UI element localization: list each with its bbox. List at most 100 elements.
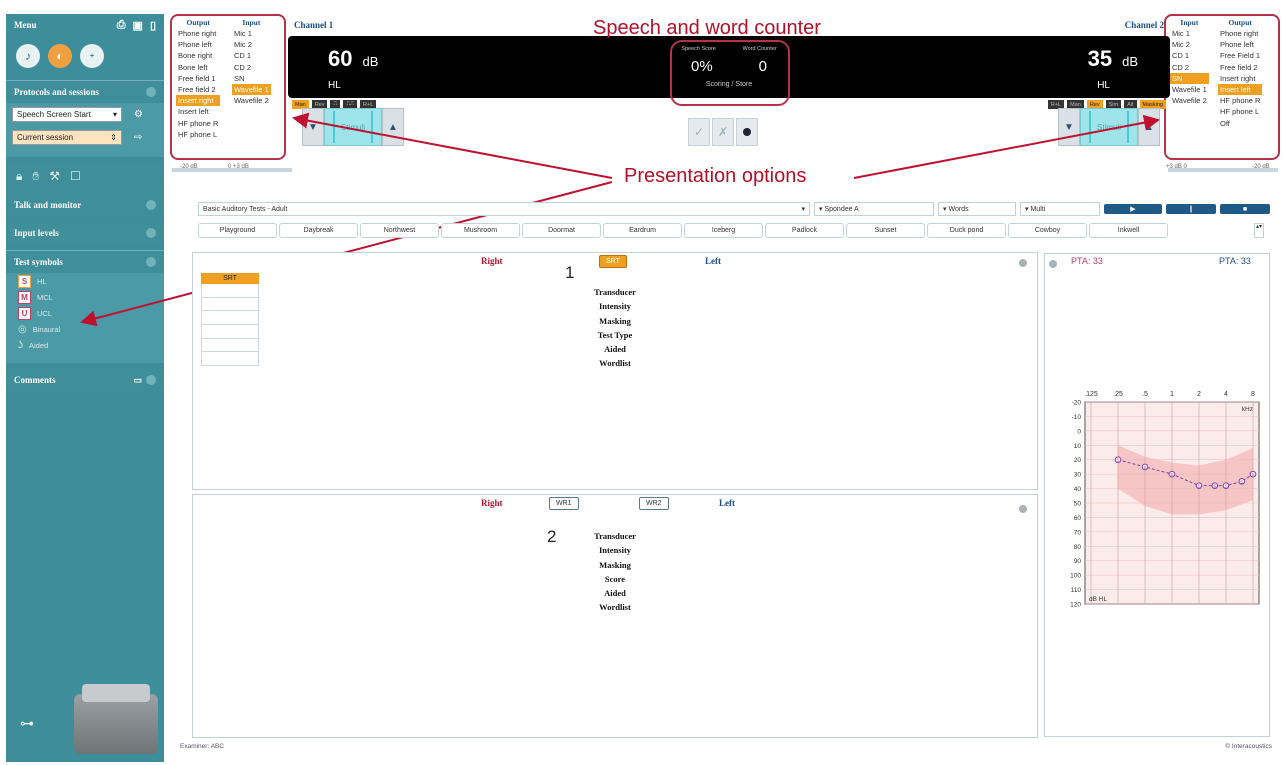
channel1-input-option[interactable]: Mic 1 <box>232 28 271 39</box>
symbol-binaural[interactable]: ◎ Binaural <box>6 321 164 337</box>
channel1-output-option[interactable]: Bone right <box>176 50 220 61</box>
channel1-output-option[interactable]: Phone right <box>176 28 220 39</box>
channel1-input-option[interactable]: Wavefile 1 <box>232 83 271 96</box>
word-button[interactable]: Daybreak <box>279 223 358 238</box>
channel1-up-button[interactable]: ▲ <box>382 108 404 146</box>
word-button[interactable]: Inkwell <box>1089 223 1168 238</box>
comment-icon[interactable]: ▭ <box>133 375 142 386</box>
channel1-down-button[interactable]: ▼ <box>302 108 324 146</box>
word-button[interactable]: Mushroom <box>441 223 520 238</box>
channel2-output-option[interactable]: Insert right <box>1218 73 1262 84</box>
incorrect-button[interactable]: ✗ <box>712 118 734 146</box>
word-button[interactable]: Playground <box>198 223 277 238</box>
settings-icon[interactable] <box>1019 505 1027 513</box>
srt-tag[interactable]: SRT <box>599 255 627 268</box>
channel1-input-option[interactable]: CD 1 <box>232 50 271 61</box>
mode-select[interactable]: ▾ Multi <box>1020 202 1100 216</box>
word-button[interactable]: Padlock <box>765 223 844 238</box>
channel1-input-option[interactable]: Wavefile 2 <box>232 95 271 106</box>
music-icon[interactable]: ♪ <box>16 44 40 68</box>
print-icon[interactable]: ⎙ <box>117 19 126 32</box>
channel2-output-option[interactable]: Free Field 1 <box>1218 50 1262 61</box>
channel2-input-option[interactable]: Wavefile 1 <box>1170 84 1209 95</box>
channel2-input-option[interactable]: Mic 2 <box>1170 39 1209 50</box>
correct-button[interactable]: ✓ <box>688 118 710 146</box>
word-button[interactable]: Eardrum <box>603 223 682 238</box>
exit-icon[interactable]: ▯ <box>150 19 156 32</box>
word-button[interactable]: Cowboy <box>1008 223 1087 238</box>
scroll-words-button[interactable]: ▴▾ <box>1254 223 1264 238</box>
wr1-tag[interactable]: WR1 <box>549 497 579 510</box>
menu-button[interactable]: Menu <box>14 20 37 30</box>
symbol-mcl[interactable]: M MCL <box>6 289 164 305</box>
channel2-output-option[interactable]: Phone left <box>1218 39 1262 50</box>
collapse-icon[interactable] <box>146 87 156 97</box>
symbol-ucl[interactable]: U UCL <box>6 305 164 321</box>
session-select[interactable]: Current session ⇕ <box>12 130 122 145</box>
input-levels-title[interactable]: Input levels <box>14 228 59 238</box>
record-button[interactable] <box>736 118 758 146</box>
channel2-output-option[interactable]: HF phone R <box>1218 95 1262 106</box>
channel1-output-option[interactable]: HF phone L <box>176 129 220 140</box>
channel2-input-option[interactable]: Wavefile 2 <box>1170 95 1209 106</box>
add-20db-button[interactable]: + <box>80 44 104 68</box>
session-icon[interactable]: ⇨ <box>134 132 142 143</box>
type-select[interactable]: ▾ Words <box>938 202 1016 216</box>
protocol-settings-icon[interactable]: ⚙ <box>134 109 143 120</box>
channel2-output-option[interactable]: Off <box>1218 118 1262 129</box>
channel1-output-option[interactable]: Free field 1 <box>176 73 220 84</box>
word-button[interactable]: Northwest <box>360 223 439 238</box>
word-button[interactable]: Sunset <box>846 223 925 238</box>
audiometer-slider-icon[interactable]: ⊶ <box>20 715 34 732</box>
channel1-stimuli-button[interactable]: Stimuli <box>324 108 382 146</box>
channel2-output-option[interactable]: HF phone L <box>1218 106 1262 117</box>
word-button[interactable]: Doormat <box>522 223 601 238</box>
channel2-input-option[interactable]: CD 2 <box>1170 62 1209 73</box>
word-button[interactable]: Iceberg <box>684 223 763 238</box>
symbol-aided[interactable]: ʖ Aided <box>6 337 164 353</box>
play-button[interactable]: ▶ <box>1104 204 1162 214</box>
collapse-icon[interactable] <box>146 257 156 267</box>
tools-icon[interactable]: ⚒ <box>49 169 60 184</box>
wordlist-select[interactable]: ▾ Spondee A <box>814 202 934 216</box>
clipboard-icon[interactable]: ☐ <box>70 169 81 184</box>
channel2-input-option[interactable]: CD 1 <box>1170 50 1209 61</box>
channel2-output-option[interactable]: Insert left <box>1218 83 1263 96</box>
channel1-output-option[interactable]: Insert right <box>176 95 221 107</box>
hand-icon[interactable]: ✋︎ <box>32 169 39 184</box>
stop-button[interactable]: ■ <box>1220 204 1270 214</box>
expand-icon[interactable] <box>146 200 156 210</box>
word-button[interactable]: Duck pond <box>927 223 1006 238</box>
channel2-output-option[interactable]: Phone right <box>1218 28 1262 39</box>
channel2-input-option[interactable]: Mic 1 <box>1170 28 1209 39</box>
channel2-stimuli-button[interactable]: Stimuli <box>1080 108 1138 146</box>
channel2-input-option[interactable]: SN <box>1170 72 1209 84</box>
channel1-input-option[interactable]: SN <box>232 73 271 84</box>
point-glyph: S <box>1224 484 1227 489</box>
protocol-select[interactable]: Speech Screen Start ▾ <box>12 107 122 122</box>
channel2-down-button[interactable]: ▼ <box>1058 108 1080 146</box>
channel1-output-option[interactable]: Phone left <box>176 39 220 50</box>
lock-icon[interactable]: 🔒︎ <box>16 169 22 184</box>
collapse-icon[interactable] <box>146 374 156 385</box>
channel1-output-option[interactable]: HF phone R <box>176 118 220 129</box>
test-list-select[interactable]: Basic Auditory Tests - Adult ▾ <box>198 202 810 216</box>
symbol-hl[interactable]: S HL <box>6 273 164 289</box>
save-icon[interactable]: ▣ <box>133 19 143 32</box>
talk-monitor-title[interactable]: Talk and monitor <box>14 200 81 210</box>
settings-icon[interactable] <box>1019 259 1027 267</box>
wr2-tag[interactable]: WR2 <box>639 497 669 510</box>
channel1-output-option[interactable]: Insert left <box>176 106 220 117</box>
expand-icon[interactable] <box>146 228 156 238</box>
channel2-input-list: Input Mic 1 Mic 2 CD 1 CD 2 SN Wavefile 1 Wave… <box>1170 18 1209 106</box>
pause-button[interactable]: ∥ <box>1166 204 1216 214</box>
channel2-up-button[interactable]: ▲ <box>1138 108 1160 146</box>
protocols-section: Protocols and sessions Speech Screen Sta… <box>6 80 164 157</box>
channel1-output-option[interactable]: Bone left <box>176 62 220 73</box>
speech-test-icon[interactable]: ◐ <box>48 44 72 68</box>
channel1-input-option[interactable]: Mic 2 <box>232 39 271 50</box>
channel1-input-option[interactable]: CD 2 <box>232 62 271 73</box>
channel2-output-option[interactable]: Free field 2 <box>1218 62 1262 73</box>
channel1-output-option[interactable]: Free field 2 <box>176 84 220 95</box>
settings-icon[interactable] <box>1049 260 1057 268</box>
